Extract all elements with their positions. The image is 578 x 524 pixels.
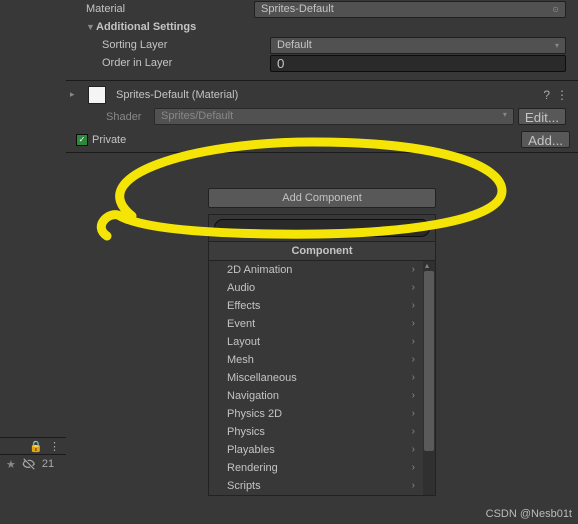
chevron-down-icon: ▾	[503, 110, 507, 123]
chevron-right-icon: ›	[412, 444, 415, 456]
component-search-input[interactable]	[214, 219, 430, 237]
material-dropdown[interactable]: Sprites-Default ⊙	[254, 1, 566, 18]
material-value: Sprites-Default	[261, 3, 334, 15]
scrollbar[interactable]	[423, 261, 435, 495]
material-thumbnail	[88, 86, 106, 104]
help-icon[interactable]: ?	[543, 88, 550, 102]
menu-icon[interactable]: ⋮	[49, 440, 60, 453]
menu-item-label: Physics 2D	[227, 408, 282, 420]
menu-item-label: Miscellaneous	[227, 372, 297, 384]
menu-item-physics[interactable]: Physics ›	[209, 423, 423, 441]
additional-settings-label: Additional Settings	[96, 21, 196, 33]
menu-item-label: Rendering	[227, 462, 278, 474]
menu-item-navigation[interactable]: Navigation ›	[209, 387, 423, 405]
chevron-right-icon: ›	[412, 426, 415, 438]
order-in-layer-label: Order in Layer	[102, 57, 270, 69]
shader-label: Shader	[70, 111, 154, 123]
scrollbar-thumb[interactable]	[424, 271, 434, 451]
menu-item-audio[interactable]: Audio ›	[209, 279, 423, 297]
chevron-right-icon: ›	[412, 408, 415, 420]
chevron-right-icon: ›	[412, 318, 415, 330]
menu-item-rendering[interactable]: Rendering ›	[209, 459, 423, 477]
menu-item-label: Event	[227, 318, 255, 330]
menu-item-event[interactable]: Event ›	[209, 315, 423, 333]
chevron-right-icon: ›	[412, 480, 415, 492]
menu-item-effects[interactable]: Effects ›	[209, 297, 423, 315]
menu-item-mesh[interactable]: Mesh ›	[209, 351, 423, 369]
star-icon[interactable]: ★	[6, 458, 16, 471]
menu-item-physics-2d[interactable]: Physics 2D ›	[209, 405, 423, 423]
private-checkbox[interactable]: ✓	[76, 134, 88, 146]
menu-item-label: Playables	[227, 444, 275, 456]
menu-item-layout[interactable]: Layout ›	[209, 333, 423, 351]
menu-item-label: Scripts	[227, 480, 261, 492]
chevron-right-icon: ›	[412, 300, 415, 312]
menu-item-label: Mesh	[227, 354, 254, 366]
lock-icon[interactable]: 🔒	[29, 440, 43, 453]
chevron-right-icon: ›	[412, 462, 415, 474]
chevron-down-icon: ⊙	[552, 5, 559, 14]
sorting-layer-dropdown[interactable]: Default ▾	[270, 37, 566, 54]
component-menu: Component 2D Animation›Audio›Effects›Eve…	[208, 214, 436, 496]
chevron-right-icon: ›	[412, 282, 415, 294]
sorting-layer-value: Default	[277, 39, 312, 51]
chevron-right-icon: ›	[412, 390, 415, 402]
shader-dropdown[interactable]: Sprites/Default ▾	[154, 108, 514, 125]
foldout-icon[interactable]: ▼	[86, 22, 96, 32]
order-in-layer-input[interactable]	[270, 55, 566, 72]
menu-item-playables[interactable]: Playables ›	[209, 441, 423, 459]
add-component-button[interactable]: Add Component	[208, 188, 436, 208]
foldout-icon[interactable]: ▸	[70, 89, 80, 100]
sorting-layer-label: Sorting Layer	[102, 39, 270, 51]
menu-item-2d-animation[interactable]: 2D Animation ›	[209, 261, 423, 279]
chevron-down-icon: ▾	[555, 41, 559, 50]
menu-item-miscellaneous[interactable]: Miscellaneous ›	[209, 369, 423, 387]
menu-item-label: Layout	[227, 336, 260, 348]
menu-icon[interactable]: ⋮	[556, 88, 568, 102]
private-label: Private	[92, 134, 521, 146]
menu-item-label: Physics	[227, 426, 265, 438]
edit-button[interactable]: Edit...	[518, 108, 566, 125]
watermark: CSDN @Nesb01t	[486, 508, 572, 520]
add-button[interactable]: Add...	[521, 131, 570, 148]
menu-item-label: Effects	[227, 300, 260, 312]
shader-value: Sprites/Default	[161, 110, 233, 123]
material-label: Material	[86, 3, 254, 15]
menu-item-scripts[interactable]: Scripts ›	[209, 477, 423, 495]
chevron-right-icon: ›	[412, 336, 415, 348]
menu-item-label: Navigation	[227, 390, 279, 402]
hidden-count: 21	[42, 458, 54, 470]
chevron-right-icon: ›	[412, 354, 415, 366]
eye-off-icon[interactable]	[22, 457, 36, 471]
chevron-right-icon: ›	[412, 372, 415, 384]
menu-item-label: Audio	[227, 282, 255, 294]
material-title: Sprites-Default (Material)	[116, 89, 543, 101]
menu-item-label: 2D Animation	[227, 264, 292, 276]
component-menu-header: Component	[209, 241, 435, 261]
chevron-right-icon: ›	[412, 264, 415, 276]
